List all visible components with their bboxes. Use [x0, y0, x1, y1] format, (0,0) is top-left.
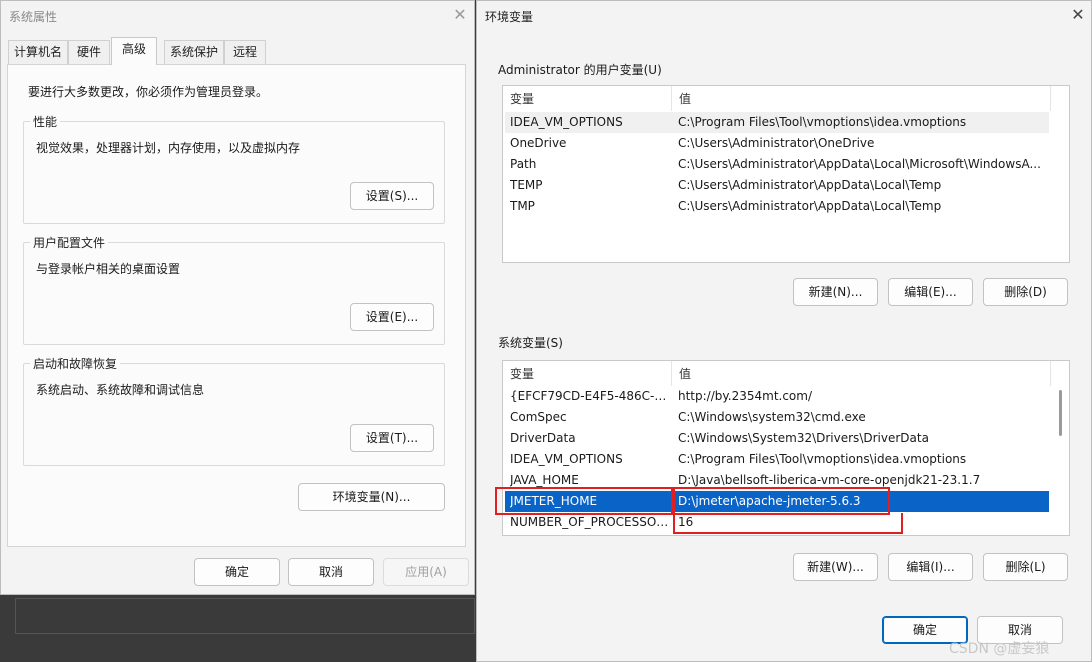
variable-value: C:\Users\Administrator\AppData\Local\Tem… — [678, 199, 942, 213]
environment-variables-title: 环境变量 — [485, 10, 534, 24]
advanced-tab-panel: 要进行大多数更改，你必须作为管理员登录。 性能 视觉效果，处理器计划，内存使用，… — [7, 64, 466, 547]
performance-group: 性能 视觉效果，处理器计划，内存使用，以及虚拟内存 设置(S)... — [23, 113, 445, 224]
ok-button[interactable]: 确定 — [194, 558, 280, 586]
variable-name: NUMBER_OF_PROCESSORS — [510, 515, 670, 529]
system-variable-row[interactable]: IDEA_VM_OPTIONS C:\Program Files\Tool\vm… — [505, 449, 1049, 470]
variable-name: IDEA_VM_OPTIONS — [510, 452, 623, 466]
column-divider[interactable] — [1050, 86, 1051, 111]
system-variables-header: 变量 值 — [503, 361, 1069, 386]
startup-recovery-description: 系统启动、系统故障和调试信息 — [36, 383, 205, 397]
variable-name: TMP — [510, 199, 535, 213]
user-profile-settings-button[interactable]: 设置(E)... — [350, 303, 434, 331]
highlight-box-value-extended — [673, 513, 903, 534]
system-variable-row[interactable]: ComSpec C:\Windows\system32\cmd.exe — [505, 407, 1049, 428]
column-header-variable[interactable]: 变量 — [510, 90, 534, 107]
watermark-text: CSDN @虚妄狼 — [949, 641, 1050, 657]
variable-value: C:\Users\Administrator\AppData\Local\Tem… — [678, 178, 942, 192]
tab-computer-name[interactable]: 计算机名 — [8, 40, 68, 64]
column-divider[interactable] — [671, 86, 672, 111]
user-profile-description: 与登录帐户相关的桌面设置 — [36, 262, 181, 276]
user-new-button[interactable]: 新建(N)... — [793, 278, 878, 306]
startup-recovery-group: 启动和故障恢复 系统启动、系统故障和调试信息 设置(T)... — [23, 355, 445, 466]
performance-group-label: 性能 — [30, 113, 61, 130]
user-variable-row[interactable]: TMP C:\Users\Administrator\AppData\Local… — [505, 196, 1049, 217]
system-variables-label: 系统变量(S) — [498, 336, 563, 350]
column-header-value[interactable]: 值 — [679, 90, 691, 107]
user-profile-group: 用户配置文件 与登录帐户相关的桌面设置 设置(E)... — [23, 234, 445, 345]
user-variables-list[interactable]: 变量 值 IDEA_VM_OPTIONS C:\Program Files\To… — [502, 85, 1070, 263]
user-variables-header: 变量 值 — [503, 86, 1069, 111]
variable-value: C:\Users\Administrator\OneDrive — [678, 136, 875, 150]
user-delete-button[interactable]: 删除(D) — [983, 278, 1068, 306]
user-variable-row[interactable]: OneDrive C:\Users\Administrator\OneDrive — [505, 133, 1049, 154]
environment-variables-titlebar: 环境变量 ✕ — [477, 1, 1091, 31]
highlight-box-variable — [495, 487, 673, 515]
close-icon[interactable]: ✕ — [449, 4, 471, 26]
apply-button[interactable]: 应用(A) — [383, 558, 469, 586]
variable-name: {EFCF79CD-E4F5-486C-9D... — [510, 389, 670, 403]
variable-value: C:\Windows\System32\Drivers\DriverData — [678, 431, 929, 445]
tab-hardware[interactable]: 硬件 — [68, 40, 110, 64]
startup-recovery-group-label: 启动和故障恢复 — [30, 355, 121, 372]
variable-name: Path — [510, 157, 537, 171]
close-icon[interactable]: ✕ — [1067, 4, 1089, 26]
performance-description: 视觉效果，处理器计划，内存使用，以及虚拟内存 — [36, 141, 301, 155]
column-header-variable[interactable]: 变量 — [510, 365, 534, 382]
system-edit-button[interactable]: 编辑(I)... — [888, 553, 973, 581]
scrollbar-thumb[interactable] — [1059, 390, 1062, 436]
variable-value: http://by.2354mt.com/ — [678, 389, 813, 403]
user-variable-row[interactable]: TEMP C:\Users\Administrator\AppData\Loca… — [505, 175, 1049, 196]
background-panel — [15, 598, 475, 634]
tab-system-protection[interactable]: 系统保护 — [164, 40, 224, 64]
variable-name: ComSpec — [510, 410, 567, 424]
user-profile-group-label: 用户配置文件 — [30, 234, 109, 251]
variable-value: C:\Users\Administrator\AppData\Local\Mic… — [678, 157, 1041, 171]
system-properties-title: 系统属性 — [9, 10, 58, 24]
system-variables-scrollbar[interactable] — [1053, 386, 1069, 535]
environment-variables-button[interactable]: 环境变量(N)... — [298, 483, 445, 511]
startup-recovery-settings-button[interactable]: 设置(T)... — [350, 424, 434, 452]
variable-value: C:\Program Files\Tool\vmoptions\idea.vmo… — [678, 452, 967, 466]
system-variable-row[interactable]: {EFCF79CD-E4F5-486C-9D... http://by.2354… — [505, 386, 1049, 407]
user-variable-row[interactable]: Path C:\Users\Administrator\AppData\Loca… — [505, 154, 1049, 175]
variable-name: OneDrive — [510, 136, 567, 150]
variable-value: C:\Windows\system32\cmd.exe — [678, 410, 866, 424]
user-variable-row[interactable]: IDEA_VM_OPTIONS C:\Program Files\Tool\vm… — [505, 112, 1049, 133]
variable-name: DriverData — [510, 431, 576, 445]
system-properties-titlebar: 系统属性 ✕ — [1, 1, 474, 31]
column-divider[interactable] — [671, 361, 672, 386]
column-header-value[interactable]: 值 — [679, 365, 691, 382]
tab-remote[interactable]: 远程 — [224, 40, 266, 64]
system-properties-window: 系统属性 ✕ 计算机名 硬件 要进行大多数更改，你必须作为管理员登录。 性能 视… — [0, 0, 475, 595]
user-edit-button[interactable]: 编辑(E)... — [888, 278, 973, 306]
performance-settings-button[interactable]: 设置(S)... — [350, 182, 434, 210]
cancel-button[interactable]: 取消 — [288, 558, 374, 586]
environment-variables-window: 环境变量 ✕ Administrator 的用户变量(U) 变量 值 IDEA_… — [476, 0, 1092, 662]
system-delete-button[interactable]: 删除(L) — [983, 553, 1068, 581]
highlight-box-value — [673, 487, 890, 515]
variable-name: TEMP — [510, 178, 543, 192]
tab-advanced[interactable]: 高级 — [111, 37, 157, 65]
user-variables-label: Administrator 的用户变量(U) — [498, 63, 662, 77]
system-variable-row[interactable]: DriverData C:\Windows\System32\Drivers\D… — [505, 428, 1049, 449]
system-new-button[interactable]: 新建(W)... — [793, 553, 878, 581]
column-divider[interactable] — [1050, 361, 1051, 386]
variable-name: IDEA_VM_OPTIONS — [510, 115, 623, 129]
admin-intro-text: 要进行大多数更改，你必须作为管理员登录。 — [28, 85, 269, 99]
variable-value: C:\Program Files\Tool\vmoptions\idea.vmo… — [678, 115, 967, 129]
